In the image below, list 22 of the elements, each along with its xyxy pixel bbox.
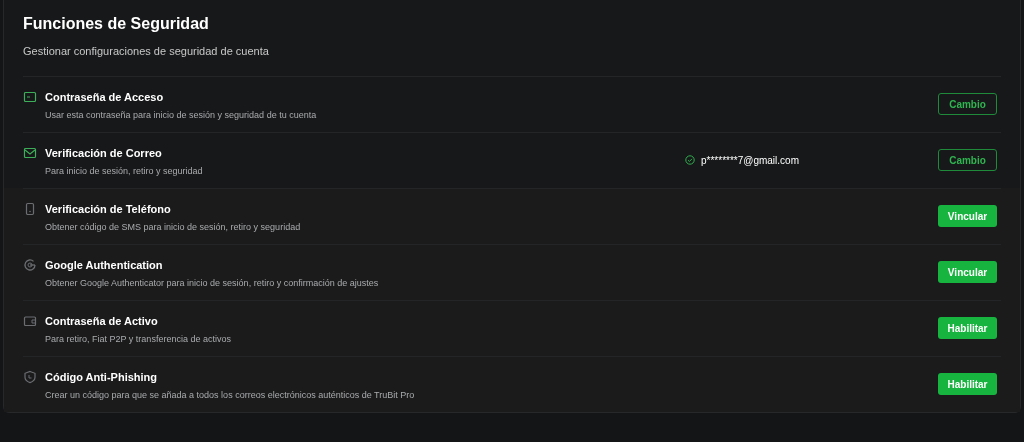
page-subtitle: Gestionar configuraciones de seguridad de cuenta [23,44,270,59]
email-value: p********7@gmail.com [701,153,799,168]
action-button[interactable]: Cambio [938,149,997,171]
action-button[interactable]: Habilitar [938,317,997,339]
item-description: Crear un código para que se añada a todos los correos electrónicos auténticos de TruBit Pro [45,388,416,401]
item-title: Contraseña de Activo [45,313,159,328]
action-button[interactable]: Vincular [938,261,997,283]
action-button[interactable]: Habilitar [938,373,997,395]
item-description: Obtener código de SMS para inicio de sesión, retiro y seguridad [45,220,302,233]
action-button[interactable]: Cambio [938,93,997,115]
item-description: Para retiro, Fiat P2P y transferencia de activos [45,332,232,345]
page-title: Funciones de Seguridad [23,14,210,34]
item-title: Verificación de Teléfono [45,201,172,216]
item-title: Google Authentication [45,257,164,272]
item-title: Verificación de Correo [45,145,163,160]
check-circle-icon [685,155,695,165]
item-description: Usar esta contraseña para inicio de sesión y seguridad de tu cuenta [45,108,318,121]
action-button[interactable]: Vincular [938,205,997,227]
item-description: Obtener Google Authenticator para inicio de sesión, retiro y confirmación de ajustes [45,276,380,289]
item-title: Contraseña de Acceso [45,89,165,104]
item-title: Código Anti-Phishing [45,369,158,384]
item-description: Para inicio de sesión, retiro y seguridad [45,164,204,177]
